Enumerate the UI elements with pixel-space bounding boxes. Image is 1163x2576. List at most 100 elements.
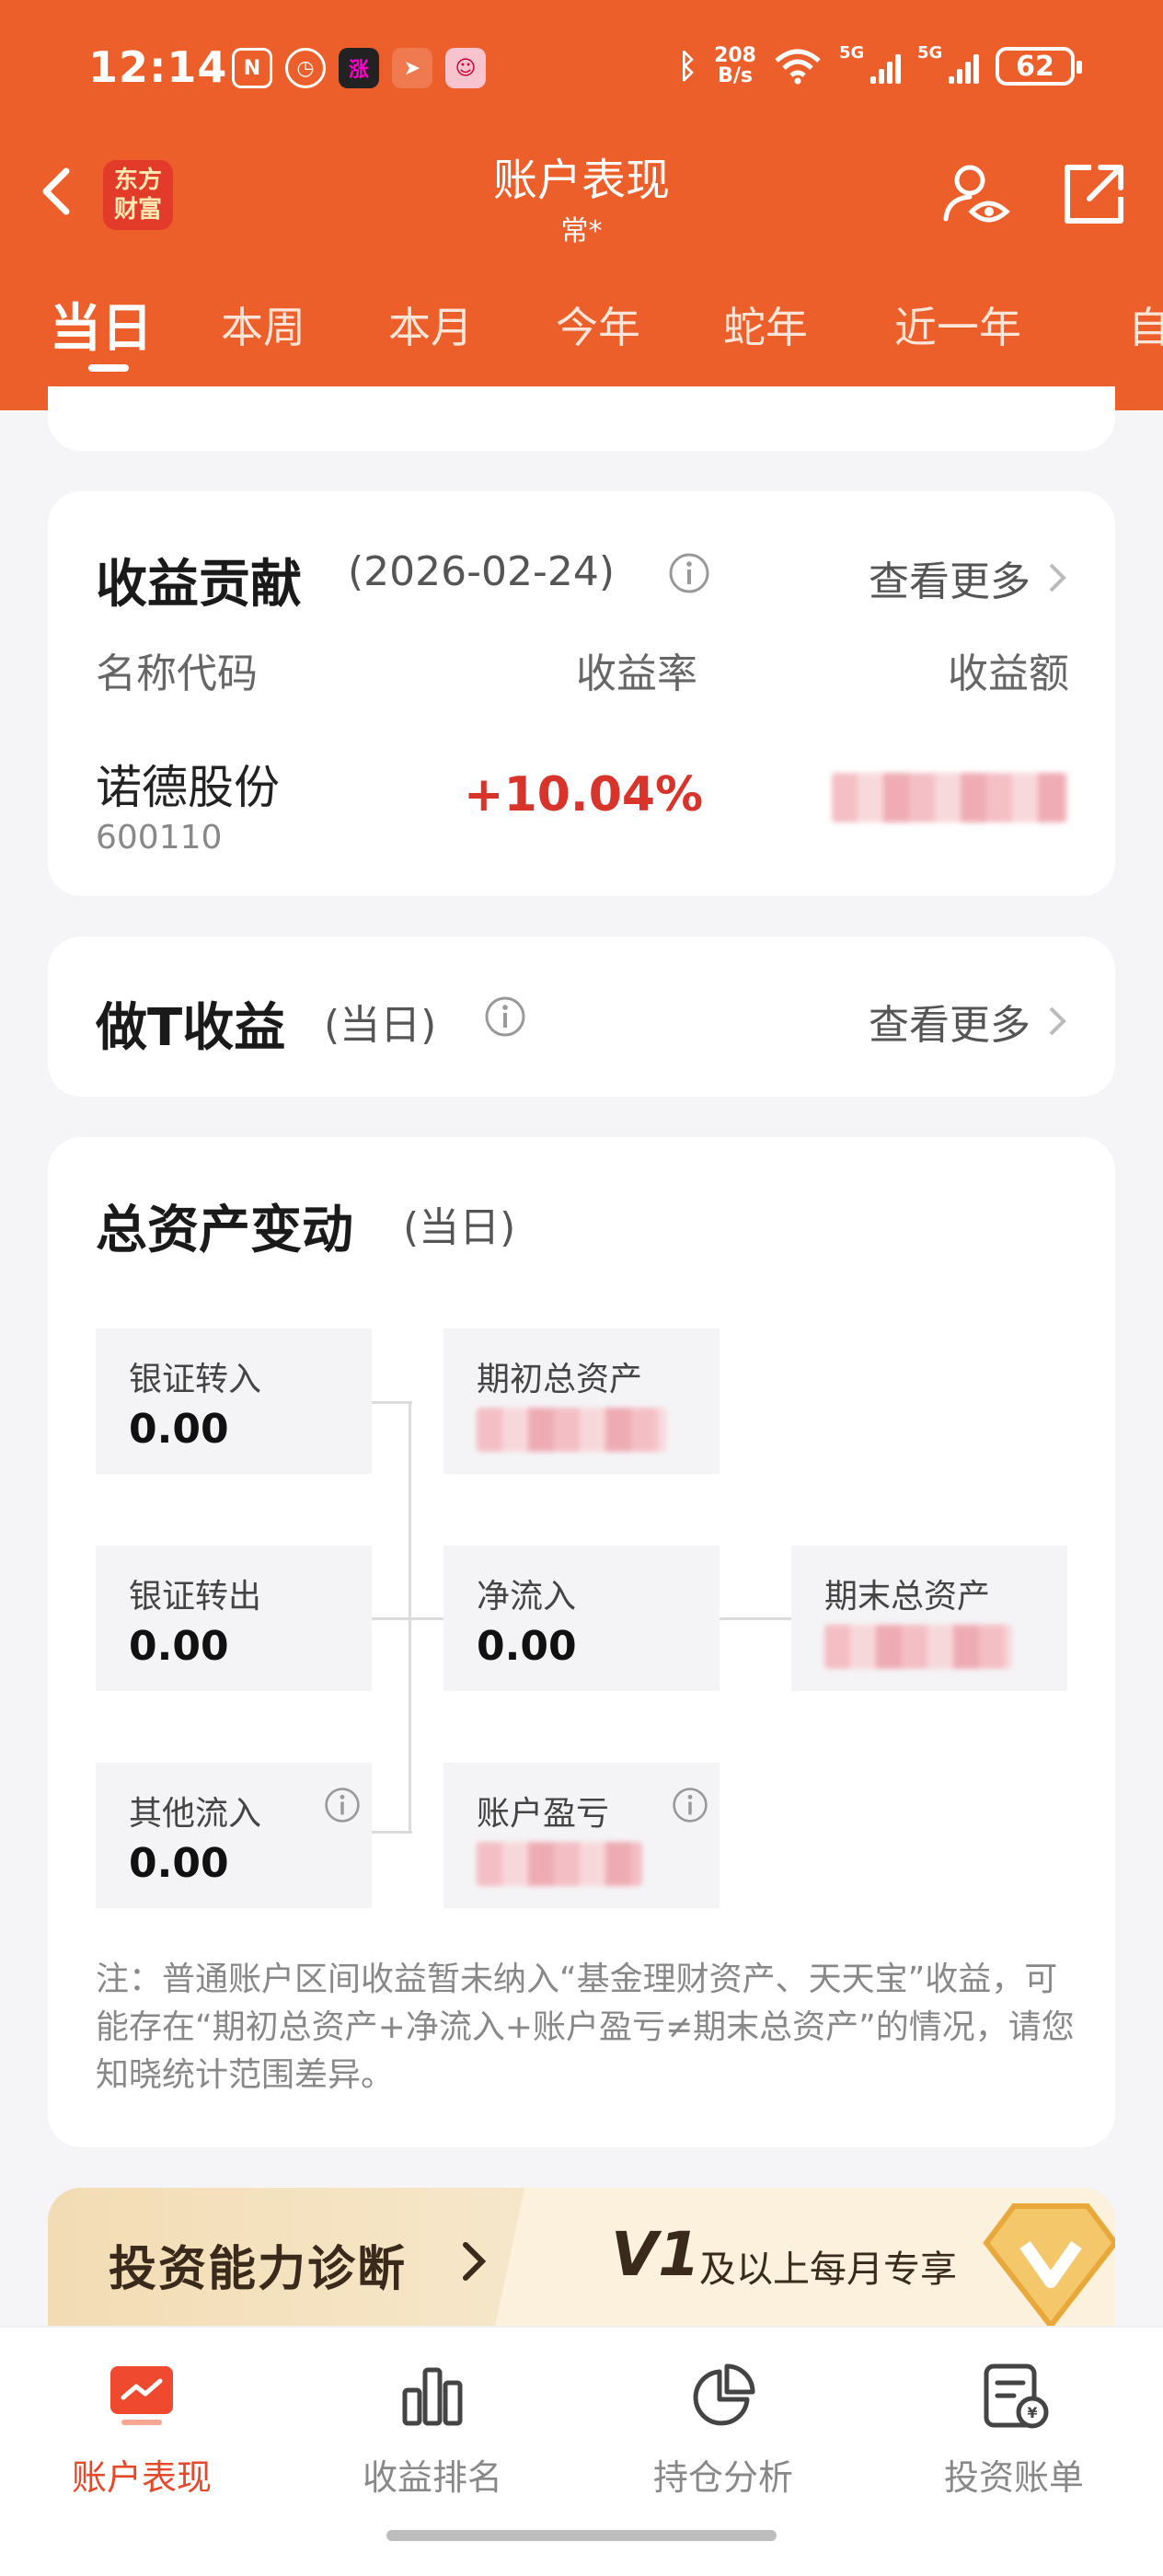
column-amount: 收益额 bbox=[948, 650, 1069, 697]
other-inflow-box: 其他流入 0.00 bbox=[96, 1763, 372, 1908]
start-asset-masked bbox=[477, 1408, 666, 1452]
banner-member-text: 及以上每月专享 bbox=[699, 2248, 957, 2291]
asset-change-period: (当日) bbox=[403, 1204, 516, 1251]
chevron-right-icon bbox=[1049, 563, 1066, 592]
signal-label-2: 5G bbox=[917, 43, 943, 63]
stock-code: 600110 bbox=[96, 819, 223, 857]
nav-return-ranking[interactable]: 收益排名 bbox=[340, 2346, 524, 2500]
nav-label: 持仓分析 bbox=[652, 2457, 793, 2498]
column-rate: 收益率 bbox=[576, 650, 697, 697]
net-speed-unit: B/s bbox=[718, 64, 753, 87]
tab-snake-year[interactable]: 蛇年 bbox=[723, 294, 808, 355]
share-icon[interactable] bbox=[1058, 158, 1130, 230]
status-bar: 12:14 N ◷ 涨 ➤ ☺ ᛒ 208 B/s 5G 5G 62 bbox=[0, 37, 1163, 110]
bar-chart-icon bbox=[402, 2367, 463, 2426]
statistics-note: 注：普通账户区间收益暂未纳入“基金理财资产、天天宝”收益，可能存在“期初总资产+… bbox=[96, 1961, 1075, 2094]
performance-chart-icon bbox=[110, 2366, 173, 2425]
app-notification-icon: 涨 bbox=[339, 48, 379, 88]
nav-holding-analysis[interactable]: 持仓分析 bbox=[631, 2346, 815, 2500]
asset-change-card: 总资产变动 (当日) 银证转入 0.00 银证转出 0.00 其他流入 0.00… bbox=[48, 1137, 1115, 2147]
connector-line bbox=[372, 1831, 412, 1834]
app-header: 12:14 N ◷ 涨 ➤ ☺ ᛒ 208 B/s 5G 5G 62 东方 财富… bbox=[0, 0, 1163, 410]
other-inflow-label: 其他流入 bbox=[129, 1795, 262, 1833]
t-trade-period: (当日) bbox=[324, 1002, 437, 1049]
net-inflow-box: 净流入 0.00 bbox=[443, 1546, 720, 1691]
battery-level: 62 bbox=[1016, 50, 1054, 83]
net-speed: 208 B/s bbox=[714, 46, 756, 86]
connector-line bbox=[372, 1401, 412, 1404]
contribution-more-link[interactable]: 查看更多 bbox=[869, 548, 1069, 607]
stock-name: 诺德股份 bbox=[96, 761, 280, 814]
t-trade-card[interactable]: 做T收益 (当日) 查看更多 bbox=[48, 937, 1115, 1097]
status-right: ᛒ 208 B/s 5G 5G 62 bbox=[677, 43, 1082, 86]
tab-year[interactable]: 今年 bbox=[556, 294, 640, 355]
period-tabs: 当日 本周 本月 今年 蛇年 近一年 自 bbox=[0, 285, 1163, 377]
nav-label: 投资账单 bbox=[943, 2457, 1084, 2498]
bank-transfer-in-value: 0.00 bbox=[129, 1406, 229, 1453]
app-notification-icon-2: ☺ bbox=[445, 48, 486, 88]
t-trade-more-link[interactable]: 查看更多 bbox=[869, 992, 1069, 1051]
end-asset-masked bbox=[824, 1625, 1012, 1669]
end-asset-box: 期末总资产 bbox=[791, 1546, 1067, 1691]
previous-card-edge bbox=[48, 386, 1115, 451]
t-trade-title: 做T收益 bbox=[96, 998, 286, 1058]
contribution-card: 收益贡献 (2026-02-24) 查看更多 名称代码 收益率 收益额 诺德股份… bbox=[48, 491, 1115, 896]
bank-transfer-in-box: 银证转入 0.00 bbox=[96, 1328, 372, 1474]
alarm-icon: ◷ bbox=[285, 48, 326, 88]
bank-transfer-out-box: 银证转出 0.00 bbox=[96, 1546, 372, 1691]
net-inflow-value: 0.00 bbox=[477, 1623, 577, 1670]
signal-icon-2: 5G bbox=[917, 43, 979, 84]
column-name-code: 名称代码 bbox=[96, 650, 258, 697]
tab-month[interactable]: 本月 bbox=[388, 294, 473, 355]
nav-label: 收益排名 bbox=[362, 2457, 502, 2498]
signal-icon-1: 5G bbox=[839, 43, 901, 84]
tab-last-year[interactable]: 近一年 bbox=[894, 294, 1021, 355]
banner-level: V1 bbox=[611, 2219, 701, 2290]
contribution-title: 收益贡献 bbox=[96, 555, 302, 615]
bank-transfer-out-value: 0.00 bbox=[129, 1623, 229, 1670]
other-inflow-value: 0.00 bbox=[129, 1840, 229, 1887]
home-indicator[interactable] bbox=[386, 2530, 777, 2541]
end-asset-label: 期末总资产 bbox=[824, 1578, 991, 1616]
account-pnl-box: 账户盈亏 bbox=[443, 1763, 720, 1908]
asset-change-title: 总资产变动 bbox=[96, 1201, 353, 1260]
stock-amount-masked bbox=[832, 773, 1067, 822]
bluetooth-icon: ᛒ bbox=[677, 47, 698, 86]
bill-icon: ¥ bbox=[984, 2363, 1049, 2429]
bank-transfer-out-label: 银证转出 bbox=[129, 1578, 262, 1616]
signal-label-1: 5G bbox=[839, 43, 865, 63]
contribution-date: (2026-02-24) bbox=[348, 548, 616, 595]
stock-return-rate: +10.04% bbox=[464, 767, 704, 822]
status-time: 12:14 bbox=[88, 42, 228, 92]
v-medal-icon bbox=[983, 2203, 1115, 2326]
svg-text:¥: ¥ bbox=[1027, 2404, 1037, 2421]
connector-line bbox=[409, 1401, 411, 1831]
active-tab-indicator bbox=[88, 364, 129, 372]
t-trade-more-label: 查看更多 bbox=[869, 1002, 1031, 1049]
start-asset-label: 期初总资产 bbox=[477, 1361, 643, 1398]
info-icon[interactable] bbox=[484, 995, 526, 1038]
chevron-right-icon bbox=[463, 2242, 487, 2281]
notification-icons: N ◷ 涨 ➤ ☺ bbox=[232, 48, 486, 88]
investment-diagnosis-banner[interactable]: 投资能力诊断 V1 及以上每月专享 bbox=[48, 2188, 1115, 2326]
nav-label: 账户表现 bbox=[71, 2457, 212, 2498]
nav-account-performance[interactable]: 账户表现 bbox=[50, 2346, 234, 2500]
privacy-eye-icon[interactable] bbox=[938, 158, 1012, 232]
battery-icon: 62 bbox=[996, 47, 1082, 86]
account-pnl-masked bbox=[477, 1842, 642, 1886]
wifi-icon bbox=[775, 49, 821, 85]
info-icon[interactable] bbox=[324, 1787, 361, 1823]
start-asset-box: 期初总资产 bbox=[443, 1328, 720, 1474]
info-icon[interactable] bbox=[668, 552, 710, 594]
tab-custom[interactable]: 自 bbox=[1128, 294, 1163, 355]
net-speed-value: 208 bbox=[714, 44, 756, 67]
info-icon[interactable] bbox=[672, 1787, 708, 1823]
tab-week[interactable]: 本周 bbox=[221, 294, 305, 355]
contribution-more-label: 查看更多 bbox=[869, 558, 1031, 605]
nav-bar: 东方 财富 账户表现 常* bbox=[0, 138, 1163, 248]
pie-chart-icon bbox=[693, 2363, 755, 2426]
chevron-right-icon bbox=[1049, 1006, 1066, 1036]
tab-today[interactable]: 当日 bbox=[50, 287, 153, 362]
nav-investment-bill[interactable]: ¥ 投资账单 bbox=[922, 2346, 1106, 2500]
net-inflow-label: 净流入 bbox=[477, 1578, 577, 1616]
